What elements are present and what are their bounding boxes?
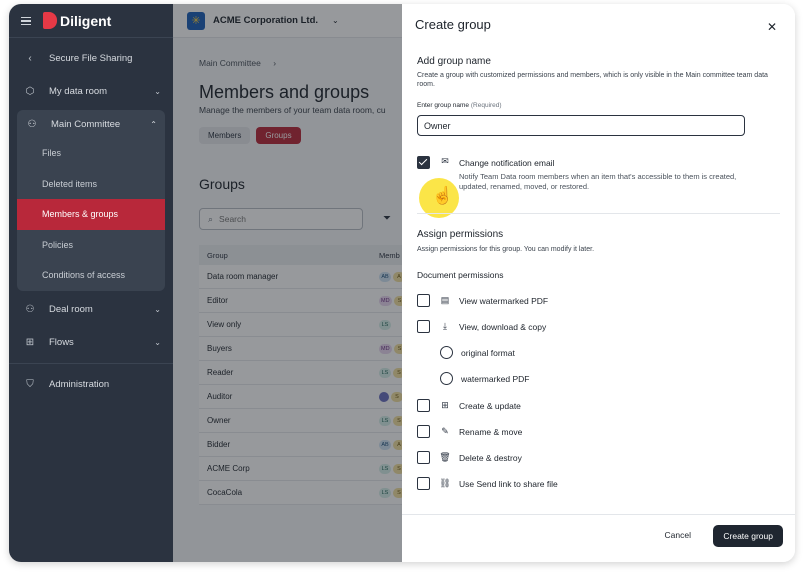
- users-icon: ⚇: [27, 118, 37, 130]
- perm-checkbox-view-download-copy[interactable]: [417, 320, 430, 333]
- sidebar-item-flows[interactable]: ⊞ Flows ⌄: [9, 326, 173, 359]
- cancel-button[interactable]: Cancel: [665, 530, 691, 540]
- section-divider: [417, 213, 780, 214]
- drawer-title: Create group: [415, 17, 491, 32]
- logo: Diligent: [43, 12, 111, 29]
- logo-mark: [43, 12, 57, 29]
- notify-checkbox[interactable]: [417, 156, 430, 169]
- menu-icon[interactable]: [21, 16, 31, 25]
- sidebar-divider: [9, 362, 173, 364]
- sidebar-subitem-conditions-of-access[interactable]: Conditions of access: [17, 260, 165, 291]
- sidebar-item-label: My data room: [49, 86, 108, 97]
- perm-label: Create & update: [459, 401, 521, 411]
- notify-description: Notify Team Data room members when an it…: [459, 172, 737, 191]
- perm-label: Use Send link to share file: [459, 479, 558, 489]
- perm-checkbox-send-link[interactable]: [417, 477, 430, 490]
- sidebar-subitem-files[interactable]: Files: [17, 138, 165, 169]
- sidebar-item-label: Deal room: [49, 303, 93, 315]
- perm-label: Delete & destroy: [459, 453, 522, 463]
- shield-icon: ⛉: [26, 378, 34, 390]
- chevron-up-icon: ⌃: [150, 119, 157, 129]
- perm-checkbox-view-watermarked-pdf[interactable]: [417, 294, 430, 307]
- create-group-drawer: Create group ✕ Add group name Create a g…: [402, 4, 795, 562]
- sidebar-item-label: Flows: [49, 336, 74, 348]
- group-name-label: Enter group name (Required): [417, 102, 502, 109]
- add-group-name-heading: Add group name: [417, 56, 491, 67]
- perm-checkbox-create-update[interactable]: [417, 399, 430, 412]
- chevron-down-icon: ⌄: [154, 87, 161, 96]
- perm-label: View, download & copy: [459, 322, 547, 332]
- radio-label: watermarked PDF: [461, 374, 530, 384]
- flow-icon: ⊞: [25, 336, 35, 348]
- sidebar-group-main-committee: ⚇ Main Committee ⌃ Files Deleted items M…: [17, 110, 165, 291]
- download-icon: ⤓: [443, 321, 447, 331]
- sidebar-subitem-members-groups[interactable]: Members & groups: [17, 199, 165, 230]
- radio-original-format[interactable]: [440, 346, 453, 359]
- hand-cursor-icon: ☝: [432, 186, 454, 205]
- perm-checkbox-rename-move[interactable]: [417, 425, 430, 438]
- sidebar-item-label: Secure File Sharing: [49, 53, 133, 64]
- sidebar-item-administration[interactable]: ⛉ Administration: [9, 368, 173, 401]
- chevron-down-icon: ⌄: [154, 304, 161, 314]
- sidebar-item-back[interactable]: ‹ Secure File Sharing: [9, 42, 173, 75]
- group-name-input[interactable]: [417, 115, 745, 136]
- group-name-label-text: Enter group name: [417, 102, 470, 109]
- document-icon: ▤: [440, 295, 450, 305]
- pencil-icon: ✎: [441, 426, 449, 436]
- sidebar-subitem-policies[interactable]: Policies: [17, 230, 165, 261]
- hexagon-icon: ⬡: [25, 86, 35, 97]
- sidebar-item-main-committee[interactable]: ⚇ Main Committee ⌃: [17, 110, 165, 138]
- radio-label: original format: [461, 348, 515, 358]
- add-group-name-description: Create a group with customized permissio…: [417, 72, 768, 88]
- sidebar-header: Diligent: [9, 4, 173, 38]
- modal-overlay[interactable]: [173, 4, 402, 562]
- sidebar: Diligent ‹ Secure File Sharing ⬡ My data…: [9, 4, 173, 562]
- brand-name: Diligent: [60, 12, 112, 29]
- drawer-footer: Cancel Create group: [402, 514, 795, 562]
- sidebar-subitem-deleted-items[interactable]: Deleted items: [17, 169, 165, 200]
- sidebar-item-label: Main Committee: [51, 118, 121, 130]
- perm-label: View watermarked PDF: [459, 296, 549, 306]
- sidebar-item-label: Administration: [49, 378, 110, 390]
- notify-label: Change notification email: [459, 158, 555, 168]
- trash-icon: 🗑: [439, 452, 451, 462]
- sidebar-item-my-data-room[interactable]: ⬡ My data room ⌄: [9, 75, 173, 108]
- assign-permissions-description: Assign permissions for this group. You c…: [417, 246, 595, 253]
- file-plus-icon: ⊞: [441, 400, 449, 410]
- perm-label: Rename & move: [459, 427, 523, 437]
- document-permissions-heading: Document permissions: [417, 270, 504, 280]
- close-icon[interactable]: ✕: [767, 20, 777, 34]
- app-window: Diligent ‹ Secure File Sharing ⬡ My data…: [9, 4, 795, 562]
- radio-watermarked-pdf[interactable]: [440, 372, 453, 385]
- sidebar-item-deal-room[interactable]: ⚇ Deal room ⌄: [9, 293, 173, 326]
- required-indicator: (Required): [470, 102, 502, 109]
- perm-checkbox-delete-destroy[interactable]: [417, 451, 430, 464]
- create-group-button[interactable]: Create group: [713, 525, 783, 547]
- chevron-down-icon: ⌄: [154, 337, 161, 347]
- chevron-left-icon: ‹: [28, 53, 32, 64]
- users-icon: ⚇: [25, 303, 35, 315]
- email-notification-icon: ✉: [441, 156, 449, 166]
- link-icon: ⛓: [439, 478, 451, 488]
- assign-permissions-heading: Assign permissions: [417, 229, 504, 240]
